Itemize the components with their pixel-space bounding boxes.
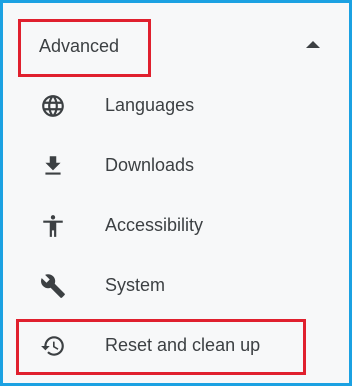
sidebar-item-label: Languages	[105, 95, 195, 115]
globe-icon	[40, 93, 66, 119]
sidebar-item-system[interactable]: System	[6, 259, 349, 311]
accessibility-icon	[40, 213, 66, 239]
sidebar-item-languages[interactable]: Languages	[6, 79, 349, 131]
wrench-icon	[40, 273, 66, 299]
download-icon	[40, 153, 66, 179]
highlight-box-advanced	[18, 19, 151, 77]
sidebar-item-accessibility[interactable]: Accessibility	[6, 199, 349, 251]
sidebar-item-label: Downloads	[105, 155, 195, 175]
sidebar-item-downloads[interactable]: Downloads	[6, 139, 349, 191]
highlight-box-reset	[16, 319, 306, 375]
chevron-up-icon	[306, 41, 320, 48]
settings-sidebar-panel: Advanced Languages Downloads Accessibili…	[0, 0, 352, 386]
sidebar-item-label: System	[105, 275, 166, 295]
sidebar-item-label: Accessibility	[105, 215, 204, 235]
